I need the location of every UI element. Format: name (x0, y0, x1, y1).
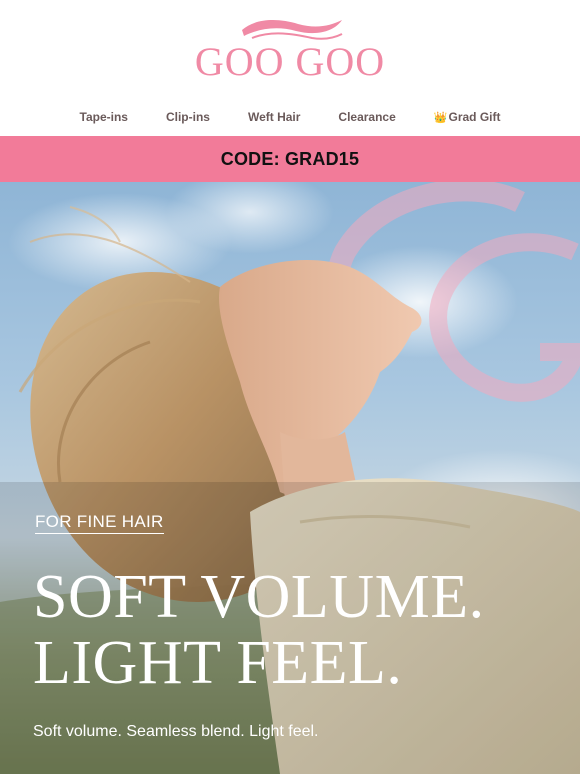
nav-item-clip-ins[interactable]: Clip-ins (147, 98, 229, 136)
hero-headline: SOFT VOLUME. LIGHT FEEL. (33, 564, 485, 696)
promo-code-text: CODE: GRAD15 (220, 148, 360, 169)
nav-item-clearance[interactable]: Clearance (319, 98, 414, 136)
promo-code-banner[interactable]: CODE: GRAD15 (0, 136, 580, 182)
nav-item-grad-gift[interactable]: 👑Grad Gift (415, 98, 520, 137)
nav-item-weft-hair[interactable]: Weft Hair (229, 98, 319, 136)
crown-icon: 👑 (433, 111, 448, 124)
hero-banner[interactable]: FOR FINE HAIR SOFT VOLUME. LIGHT FEEL. S… (0, 182, 580, 774)
hero-eyebrow: FOR FINE HAIR (35, 512, 164, 534)
email-page: GOO GOO Tape-ins Clip-ins Weft Hair Clea… (0, 0, 580, 774)
main-nav: Tape-ins Clip-ins Weft Hair Clearance 👑G… (0, 98, 580, 136)
nav-item-grad-gift-label: Grad Gift (448, 109, 501, 124)
nav-item-tape-ins[interactable]: Tape-ins (61, 98, 147, 136)
hero-subline: Soft volume. Seamless blend. Light feel. (33, 723, 319, 740)
brand-logo[interactable]: GOO GOO (0, 40, 580, 84)
header: GOO GOO (0, 0, 580, 98)
hero-headline-line-1: SOFT VOLUME. (33, 563, 485, 631)
hero-headline-line-2: LIGHT FEEL. (33, 629, 403, 697)
